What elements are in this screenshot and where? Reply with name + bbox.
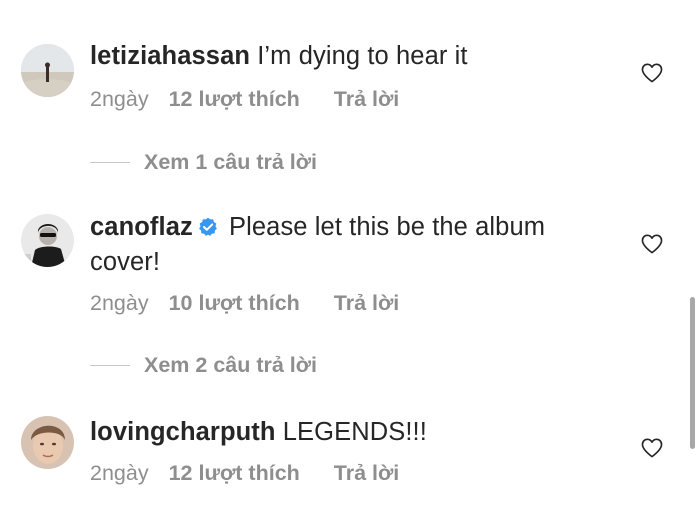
comment-body: LEGENDS!!! <box>282 418 427 446</box>
comment-time: 2ngày <box>90 461 149 485</box>
comment-meta: 2ngày 10 lượt thích Trả lời <box>90 289 399 317</box>
comment-likes[interactable]: 10 lượt thích <box>169 289 300 317</box>
comment-username[interactable]: canoflaz <box>90 213 193 241</box>
comment-meta: 2ngày 12 lượt thích Trả lời <box>90 459 399 487</box>
scrollbar[interactable] <box>690 297 695 449</box>
avatar[interactable] <box>21 214 74 267</box>
reply-button[interactable]: Trả lời <box>334 85 399 113</box>
avatar[interactable] <box>21 44 74 97</box>
view-replies-label: Xem 2 câu trả lời <box>144 353 318 377</box>
comment-text: letiziahassan I’m dying to hear it <box>90 40 610 73</box>
heart-outline-icon[interactable] <box>641 63 663 83</box>
comment-likes[interactable]: 12 lượt thích <box>169 85 300 113</box>
view-replies-link[interactable]: Xem 2 câu trả lời <box>90 351 317 379</box>
heart-outline-icon[interactable] <box>641 438 663 458</box>
comment-time: 2ngày <box>90 291 149 315</box>
replies-divider <box>90 364 130 366</box>
reply-button[interactable]: Trả lời <box>334 459 399 487</box>
comment-time: 2ngày <box>90 87 149 111</box>
comment-body: I’m dying to hear it <box>257 42 468 70</box>
heart-outline-icon[interactable] <box>641 234 663 254</box>
reply-button[interactable]: Trả lời <box>334 289 399 317</box>
view-replies-label: Xem 1 câu trả lời <box>144 150 318 174</box>
verified-badge-icon <box>198 213 218 246</box>
replies-divider <box>90 161 130 163</box>
comment-text: lovingcharputh LEGENDS!!! <box>90 416 610 449</box>
comment-likes[interactable]: 12 lượt thích <box>169 459 300 487</box>
comment-username[interactable]: letiziahassan <box>90 42 250 70</box>
comment-meta: 2ngày 12 lượt thích Trả lời <box>90 85 399 113</box>
view-replies-link[interactable]: Xem 1 câu trả lời <box>90 148 317 176</box>
avatar[interactable] <box>21 416 74 469</box>
comment-text: canoflaz Please let this be the album co… <box>90 211 610 279</box>
comment-username[interactable]: lovingcharputh <box>90 418 276 446</box>
